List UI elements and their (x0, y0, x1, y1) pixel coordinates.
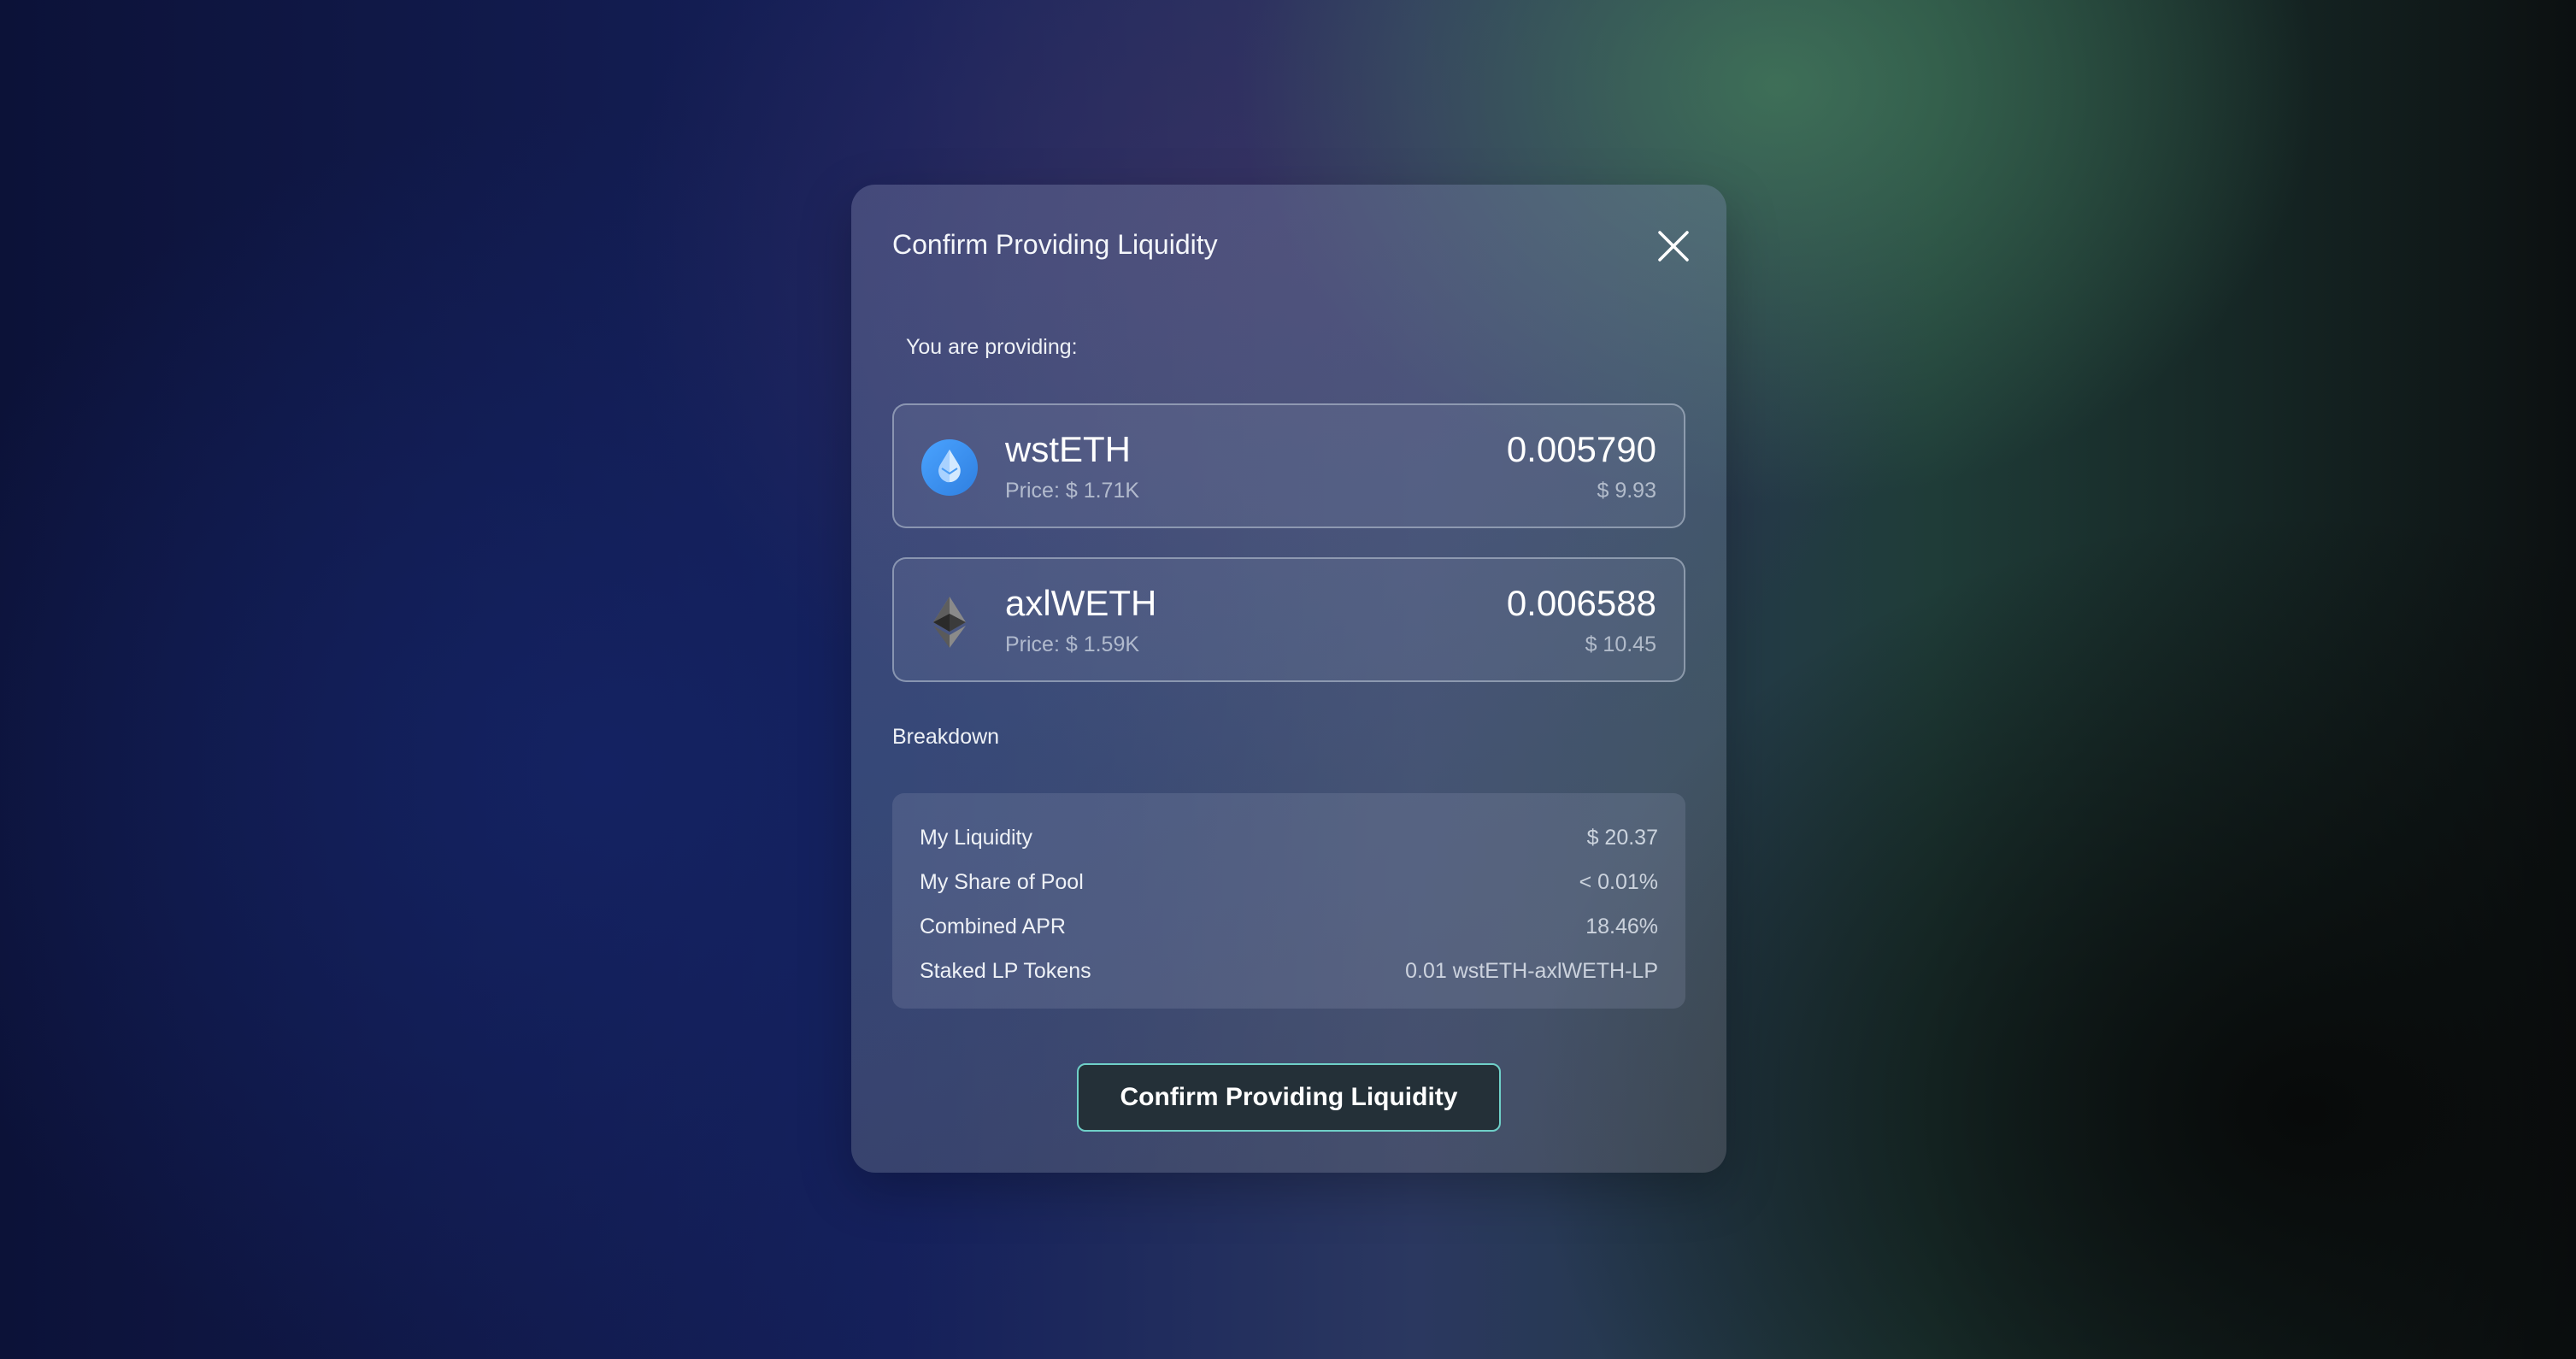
breakdown-value: 18.46% (1585, 914, 1658, 938)
breakdown-label: Combined APR (920, 914, 1066, 938)
token-amount: 0.005790 (1506, 429, 1656, 469)
breakdown-row-share-of-pool: My Share of Pool < 0.01% (920, 860, 1658, 904)
token-usd-value: $ 10.45 (1585, 632, 1656, 656)
providing-label: You are providing: (906, 335, 1078, 359)
token-amount: 0.006588 (1506, 583, 1656, 623)
close-icon (1658, 231, 1689, 262)
breakdown-row-combined-apr: Combined APR 18.46% (920, 904, 1658, 949)
token-symbol: wstETH (1005, 429, 1131, 469)
breakdown-row-my-liquidity: My Liquidity $ 20.37 (920, 815, 1658, 860)
token-card-wsteth: wstETH Price: $ 1.71K 0.005790 $ 9.93 (892, 403, 1685, 528)
token-usd-value: $ 9.93 (1597, 479, 1656, 503)
breakdown-value: < 0.01% (1579, 869, 1658, 894)
token-price: Price: $ 1.71K (1005, 479, 1140, 503)
token-symbol: axlWETH (1005, 583, 1157, 623)
breakdown-panel: My Liquidity $ 20.37 My Share of Pool < … (892, 793, 1685, 1009)
wsteth-drop-icon (921, 439, 978, 496)
breakdown-label: My Liquidity (920, 825, 1032, 850)
breakdown-heading: Breakdown (892, 725, 1000, 749)
close-button[interactable] (1655, 227, 1692, 265)
ethereum-diamond-icon (933, 597, 966, 648)
token-price: Price: $ 1.59K (1005, 632, 1140, 656)
breakdown-label: My Share of Pool (920, 869, 1084, 894)
breakdown-row-staked-lp-tokens: Staked LP Tokens 0.01 wstETH-axlWETH-LP (920, 949, 1658, 993)
modal-title: Confirm Providing Liquidity (892, 229, 1218, 260)
confirm-liquidity-modal: Confirm Providing Liquidity You are prov… (851, 185, 1726, 1173)
breakdown-label: Staked LP Tokens (920, 958, 1091, 983)
confirm-providing-liquidity-button[interactable]: Confirm Providing Liquidity (1077, 1063, 1501, 1132)
breakdown-value: $ 20.37 (1586, 825, 1658, 850)
breakdown-value: 0.01 wstETH-axlWETH-LP (1405, 958, 1658, 983)
token-card-axlweth: axlWETH Price: $ 1.59K 0.006588 $ 10.45 (892, 557, 1685, 682)
